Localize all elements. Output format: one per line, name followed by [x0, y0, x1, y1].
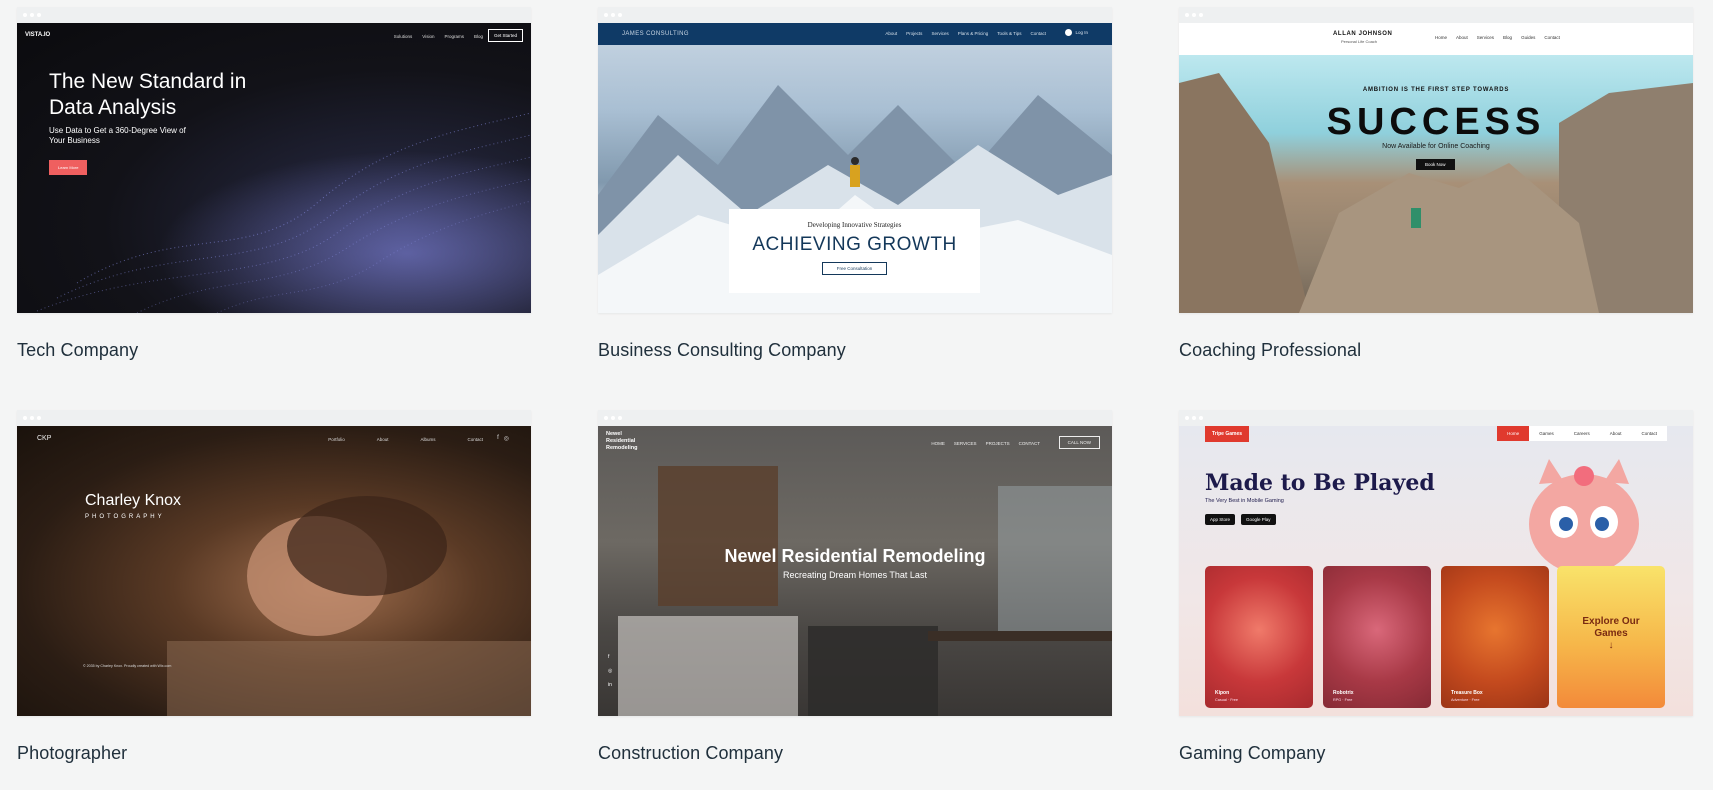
template-caption[interactable]: Coaching Professional	[1179, 340, 1693, 361]
preview-name: ALLAN JOHNSON	[1333, 31, 1393, 37]
preview-subline: Recreating Dream Homes That Last	[783, 570, 927, 580]
template-thumbnail[interactable]: JAMES CONSULTING About Projects Services Pl…	[598, 7, 1112, 313]
preview-cta-button: Get Started	[487, 29, 523, 42]
preview-nav: Home About Services Blog Guides Contact	[1435, 35, 1560, 40]
browser-chrome	[598, 7, 1112, 23]
preview-subline: The Very Best in Mobile Gaming	[1205, 498, 1284, 504]
explore-games-tile: Explore Our Games ↓	[1557, 566, 1665, 708]
instagram-icon: ◎	[503, 436, 509, 442]
facebook-icon: f	[608, 654, 610, 660]
preview-social: f ◎	[497, 435, 509, 442]
template-card-tech[interactable]: VISTA.IO Solutions Vision Programs Blog Get…	[17, 7, 531, 361]
preview-logo: VISTA.IO	[25, 32, 51, 38]
preview-role: Personal Life Coach	[1341, 39, 1378, 44]
template-card-photographer[interactable]: CKP Portfolio About Albums Contact f ◎ Char…	[17, 410, 531, 764]
arrow-down-icon: ↓	[1608, 640, 1614, 651]
template-card-business-consulting[interactable]: JAMES CONSULTING About Projects Services Pl…	[598, 7, 1112, 361]
preview-logo: CKP	[37, 435, 52, 442]
browser-chrome	[1179, 7, 1693, 23]
mascot-graphic	[1529, 459, 1639, 574]
game-tile: Kipon Casual · Free	[1205, 566, 1313, 708]
preview-tagline: PHOTOGRAPHY	[85, 514, 165, 520]
template-card-construction[interactable]: Newel Residential Remodeling HOME SERVICE…	[598, 410, 1112, 764]
browser-chrome	[1179, 410, 1693, 426]
preview-headline: The New Standard in Data Analysis	[49, 70, 247, 119]
preview-headline: Made to Be Played	[1205, 470, 1435, 496]
preview-kicker: Developing Innovative Strategies	[807, 221, 902, 229]
template-card-coaching[interactable]: ALLAN JOHNSON Personal Life Coach Home Ab…	[1179, 7, 1693, 361]
preview-button: Book Now	[1416, 159, 1455, 170]
template-caption[interactable]: Gaming Company	[1179, 743, 1693, 764]
instagram-icon: ◎	[608, 668, 613, 674]
app-store-badge: App Store	[1205, 514, 1236, 525]
template-caption[interactable]: Tech Company	[17, 340, 531, 361]
preview-login: Log In	[1065, 29, 1088, 36]
preview-screen: Newel Residential Remodeling HOME SERVICE…	[598, 426, 1112, 716]
preview-headline: Newel Residential Remodeling	[724, 546, 986, 566]
template-card-gaming[interactable]: Tripe Games Home Games Careers About Contact…	[1179, 410, 1693, 764]
preview-cta-button: CALL NOW	[1058, 436, 1100, 449]
template-thumbnail[interactable]: VISTA.IO Solutions Vision Programs Blog Get…	[17, 7, 531, 313]
template-thumbnail[interactable]: CKP Portfolio About Albums Contact f ◎ Char…	[17, 410, 531, 716]
google-play-badge: Google Play	[1241, 514, 1276, 525]
template-thumbnail[interactable]: ALLAN JOHNSON Personal Life Coach Home Ab…	[1179, 7, 1693, 313]
data-wave-graphic	[36, 112, 531, 313]
template-thumbnail[interactable]: Tripe Games Home Games Careers About Contact…	[1179, 410, 1693, 716]
template-gallery: VISTA.IO Solutions Vision Programs Blog Get…	[0, 0, 1713, 790]
preview-headline: SUCCESS	[1326, 101, 1546, 143]
game-tile: Treasure Box Adventure · Free	[1441, 566, 1549, 708]
linkedin-icon: in	[608, 682, 612, 688]
preview-screen: Tripe Games Home Games Careers About Contact…	[1179, 426, 1693, 716]
preview-brand: JAMES CONSULTING	[622, 31, 689, 37]
preview-screen: VISTA.IO Solutions Vision Programs Blog Get…	[17, 23, 531, 313]
preview-screen: CKP Portfolio About Albums Contact f ◎ Char…	[17, 426, 531, 716]
template-caption[interactable]: Photographer	[17, 743, 531, 764]
template-thumbnail[interactable]: Newel Residential Remodeling HOME SERVICE…	[598, 410, 1112, 716]
facebook-icon: f	[497, 435, 499, 441]
preview-kicker: AMBITION IS THE FIRST STEP TOWARDS	[1362, 87, 1510, 93]
preview-subline: Use Data to Get a 360-Degree View of You…	[49, 126, 186, 145]
portrait-graphic	[167, 496, 531, 716]
browser-chrome	[598, 410, 1112, 426]
template-caption[interactable]: Construction Company	[598, 743, 1112, 764]
preview-store-badges: App Store Google Play	[1205, 514, 1276, 525]
preview-screen: ALLAN JOHNSON Personal Life Coach Home Ab…	[1179, 23, 1693, 313]
preview-nav: About Projects Services Plans & Pricing Tool…	[885, 31, 1046, 36]
preview-hero-panel: Developing Innovative Strategies ACHIEVI…	[729, 209, 980, 293]
preview-button: Learn More	[49, 160, 88, 175]
preview-name: Charley Knox	[85, 492, 182, 509]
template-caption[interactable]: Business Consulting Company	[598, 340, 1112, 361]
preview-nav: Solutions Vision Programs Blog	[393, 34, 483, 39]
preview-nav: Portfolio About Albums Contact	[328, 437, 483, 442]
preview-button: Free Consultation	[821, 262, 888, 275]
preview-copyright: © 2035 by Charley Knox. Proudly created …	[83, 664, 172, 668]
game-tile: Robotrix RPG · Free	[1323, 566, 1431, 708]
preview-subline: Now Available for Online Coaching	[1382, 143, 1490, 150]
preview-social: f ◎ in	[608, 654, 612, 688]
preview-nav: Home Games Careers About Contact	[1497, 426, 1667, 441]
preview-nav: HOME SERVICES PROJECTS CONTACT	[931, 441, 1040, 446]
user-icon	[1065, 29, 1073, 36]
preview-screen: JAMES CONSULTING About Projects Services Pl…	[598, 23, 1112, 313]
preview-logo: Tripe Games	[1205, 426, 1250, 442]
browser-chrome	[17, 7, 531, 23]
browser-chrome	[17, 410, 531, 426]
preview-headline: ACHIEVING GROWTH	[752, 234, 957, 255]
preview-logo: Newel Residential Remodeling	[606, 431, 638, 451]
